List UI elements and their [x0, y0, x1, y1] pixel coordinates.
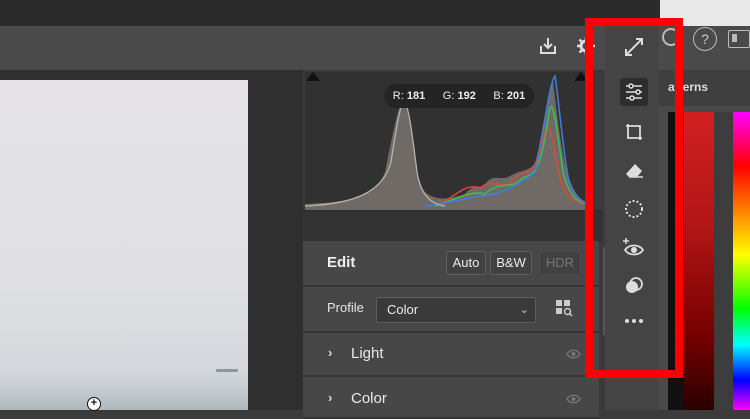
b-value: 201	[506, 90, 526, 102]
light-section[interactable]	[303, 333, 599, 377]
g-value: 192	[457, 90, 476, 102]
hdr-button[interactable]: HDR	[539, 251, 581, 275]
distant-boat	[216, 369, 238, 372]
profile-label: Profile	[327, 300, 364, 315]
auto-button[interactable]: Auto	[446, 251, 486, 275]
download-icon[interactable]	[538, 36, 558, 56]
highlight-box	[585, 18, 683, 378]
chevron-right-icon[interactable]: ›	[328, 390, 332, 405]
hue-slider[interactable]	[733, 112, 750, 410]
color-section[interactable]	[303, 377, 599, 419]
color-picker-gap	[714, 112, 733, 410]
profile-browser-icon[interactable]	[555, 299, 573, 317]
r-value: 181	[406, 90, 426, 102]
bw-button[interactable]: B&W	[490, 251, 532, 275]
panels-icon[interactable]	[728, 30, 750, 48]
eye-icon[interactable]	[566, 349, 581, 359]
edit-title: Edit	[327, 254, 356, 271]
color-section-label[interactable]: Color	[351, 390, 387, 407]
rgb-readout: R: 181 G: 192 B: 201	[384, 84, 534, 108]
b-readout: B: 201	[493, 90, 525, 102]
sea-area	[0, 390, 248, 410]
eye-icon[interactable]	[566, 394, 581, 404]
r-label: R:	[392, 90, 404, 102]
shadow-clipping-marker[interactable]	[306, 72, 320, 81]
photo-preview[interactable]	[0, 80, 248, 410]
b-label: B:	[493, 90, 504, 102]
help-icon[interactable]: ?	[693, 27, 717, 51]
g-label: G:	[442, 90, 455, 102]
profile-select[interactable]: Color ⌄	[376, 297, 536, 323]
zoom-cursor-icon: +	[87, 397, 101, 411]
profile-select-value: Color	[387, 302, 419, 317]
g-readout: G: 192	[443, 90, 476, 102]
color-picker-field[interactable]	[684, 112, 714, 410]
r-readout: R: 181	[393, 90, 425, 102]
chevron-right-icon[interactable]: ›	[328, 345, 332, 360]
light-section-label[interactable]: Light	[351, 345, 384, 362]
chevron-down-icon: ⌄	[519, 304, 529, 316]
histogram-footer	[303, 210, 603, 242]
